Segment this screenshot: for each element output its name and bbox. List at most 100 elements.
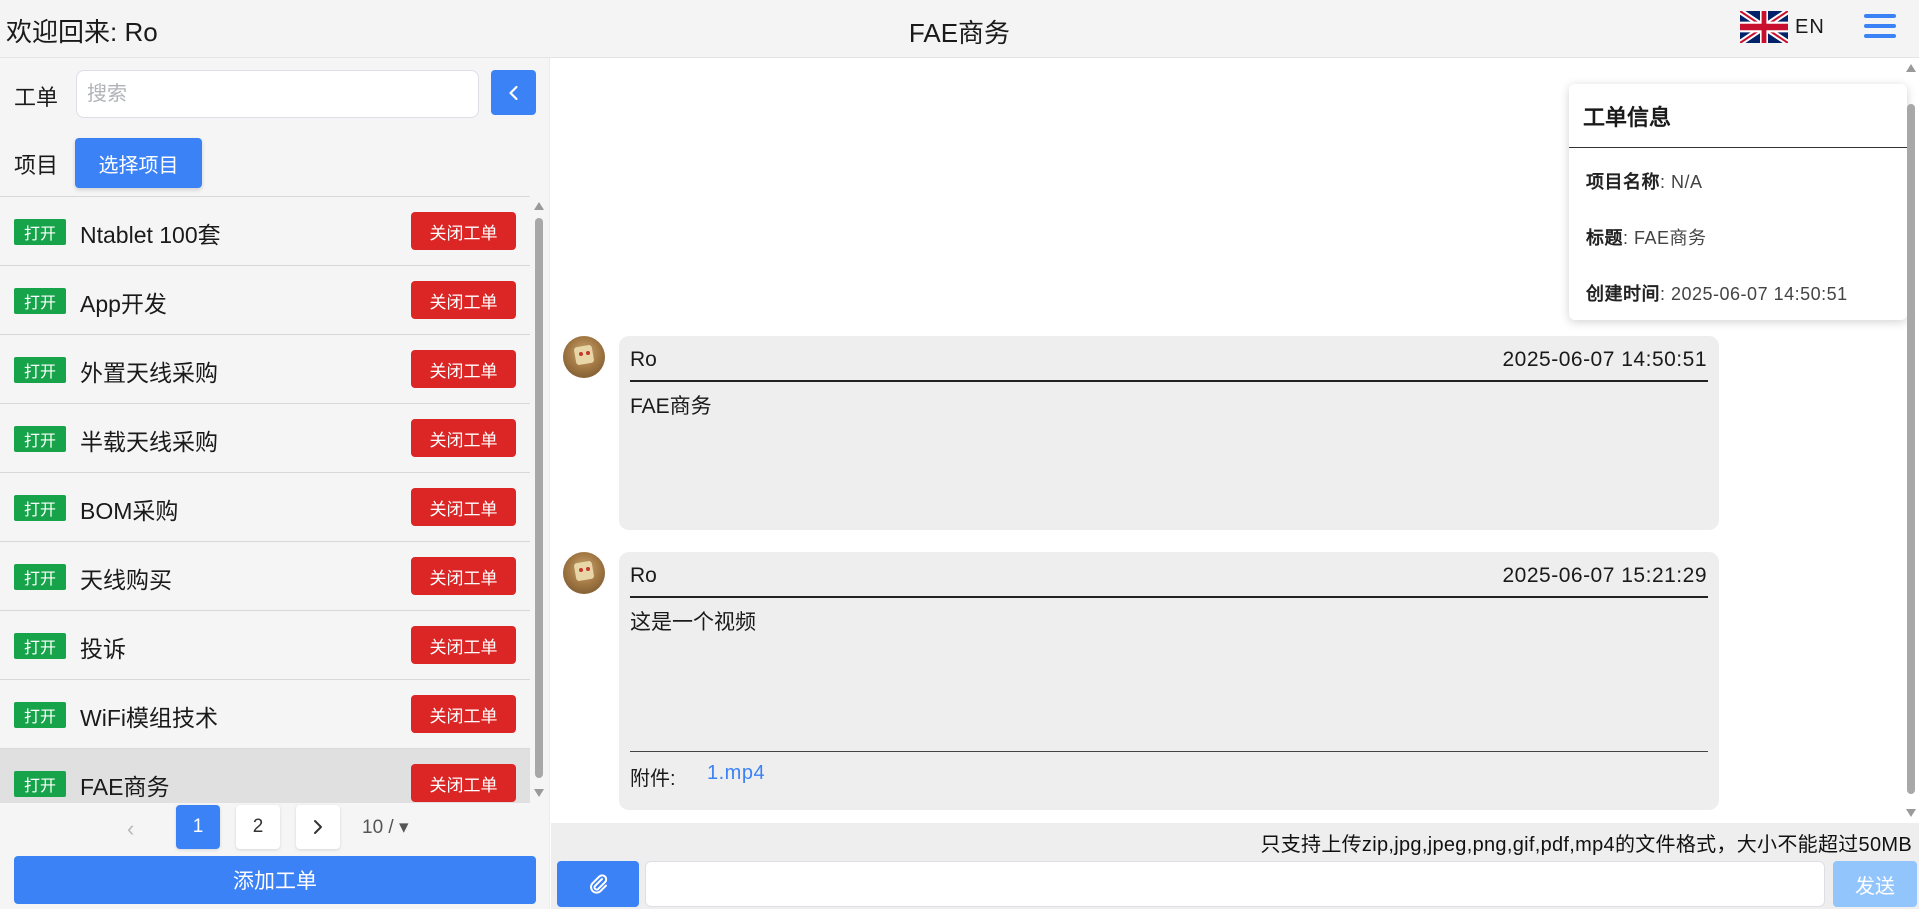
status-badge: 打开 (14, 564, 66, 590)
status-badge: 打开 (14, 219, 66, 245)
ticket-info-card: 工单信息 项目名称: N/A 标题: FAE商务 创建时间: 2025-06-0… (1569, 84, 1907, 320)
divider (630, 596, 1708, 598)
top-bar: 欢迎回来: Ro FAE商务 EN (0, 0, 1919, 58)
ticket-title: App开发 (80, 291, 167, 317)
message-body: FAE商务 (630, 395, 712, 418)
close-ticket-button[interactable]: 关闭工单 (411, 557, 516, 595)
close-ticket-button[interactable]: 关闭工单 (411, 488, 516, 526)
ticket-title: WiFi模组技术 (80, 705, 218, 731)
message-time: 2025-06-07 14:50:51 (1502, 348, 1707, 371)
ticket-item[interactable]: 打开 半载天线采购 关闭工单 (0, 404, 530, 473)
ticket-item-selected[interactable]: 打开 FAE商务 关闭工单 (0, 749, 530, 803)
ticket-title: 半载天线采购 (80, 429, 218, 455)
search-input[interactable] (76, 70, 479, 118)
page-size-select[interactable]: 10 / ▾ (362, 816, 409, 839)
message-author: Ro (630, 564, 657, 587)
message-bubble: Ro 2025-06-07 15:21:29 这是一个视频 附件: 1.mp4 (619, 552, 1719, 810)
ticket-sidebar: 工单 项目 选择项目 打开 Ntablet 100套 关闭工单 打开 App开发… (0, 58, 550, 909)
pagination: ‹ 1 2 10 / ▾ (0, 802, 550, 852)
attachment-link[interactable]: 1.mp4 (707, 762, 765, 785)
close-ticket-button[interactable]: 关闭工单 (411, 212, 516, 250)
info-value: : FAE商务 (1623, 228, 1707, 248)
status-badge: 打开 (14, 495, 66, 521)
page-title: FAE商务 (908, 18, 1011, 48)
message-input[interactable] (645, 861, 1825, 907)
message-author: Ro (630, 348, 657, 371)
avatar (563, 336, 605, 378)
close-ticket-button[interactable]: 关闭工单 (411, 281, 516, 319)
project-label: 项目 (14, 153, 59, 178)
scroll-up-arrow-icon[interactable] (534, 202, 544, 210)
send-button[interactable]: 发送 (1833, 861, 1917, 907)
divider (630, 380, 1708, 382)
avatar (563, 552, 605, 594)
divider (630, 751, 1708, 752)
ticket-label: 工单 (14, 85, 59, 110)
hamburger-menu-icon[interactable] (1864, 14, 1896, 42)
scroll-down-arrow-icon[interactable] (534, 789, 544, 797)
uk-flag-icon[interactable] (1740, 11, 1788, 43)
close-ticket-button[interactable]: 关闭工单 (411, 626, 516, 664)
ticket-title: 外置天线采购 (80, 360, 218, 386)
select-project-button[interactable]: 选择项目 (75, 138, 202, 188)
avatar-detail (586, 567, 590, 571)
info-subject: 标题: FAE商务 (1586, 224, 1707, 250)
ticket-item[interactable]: 打开 BOM采购 关闭工单 (0, 473, 530, 542)
scroll-down-arrow-icon[interactable] (1906, 809, 1916, 817)
ticket-list: 打开 Ntablet 100套 关闭工单 打开 App开发 关闭工单 打开 外置… (0, 196, 530, 803)
info-label: 创建时间 (1586, 284, 1660, 304)
chevron-right-icon (314, 820, 322, 834)
message-body: 这是一个视频 (630, 611, 756, 634)
attachment-label: 附件: (630, 768, 676, 790)
ticket-list-scrollbar[interactable] (532, 196, 546, 803)
info-project-name: 项目名称: N/A (1586, 168, 1703, 194)
avatar-face (573, 560, 595, 582)
message-composer: 只支持上传zip,jpg,jpeg,png,gif,pdf,mp4的文件格式，大… (551, 823, 1919, 909)
status-badge: 打开 (14, 426, 66, 452)
collapse-sidebar-button[interactable] (491, 70, 536, 115)
ticket-title: FAE商务 (80, 774, 170, 800)
avatar-detail (586, 351, 590, 355)
page-1-button[interactable]: 1 (176, 805, 220, 849)
info-card-title: 工单信息 (1583, 105, 1672, 130)
status-badge: 打开 (14, 357, 66, 383)
next-page-button[interactable] (296, 805, 340, 849)
close-ticket-button[interactable]: 关闭工单 (411, 350, 516, 388)
ticket-title: 投诉 (80, 636, 126, 662)
upload-hint: 只支持上传zip,jpg,jpeg,png,gif,pdf,mp4的文件格式，大… (1260, 834, 1912, 856)
close-ticket-button[interactable]: 关闭工单 (411, 764, 516, 802)
avatar-detail (579, 568, 583, 572)
info-created-time: 创建时间: 2025-06-07 14:50:51 (1586, 280, 1848, 306)
page-2-button[interactable]: 2 (236, 805, 280, 849)
message-time: 2025-06-07 15:21:29 (1502, 564, 1707, 587)
ticket-item[interactable]: 打开 WiFi模组技术 关闭工单 (0, 680, 530, 749)
ticket-title: Ntablet 100套 (80, 222, 221, 248)
ticket-item[interactable]: 打开 投诉 关闭工单 (0, 611, 530, 680)
ticket-item[interactable]: 打开 天线购买 关闭工单 (0, 542, 530, 611)
close-ticket-button[interactable]: 关闭工单 (411, 419, 516, 457)
info-value: : N/A (1660, 172, 1703, 192)
language-toggle[interactable]: EN (1795, 16, 1825, 39)
ticket-title: BOM采购 (80, 498, 179, 524)
message-bubble: Ro 2025-06-07 14:50:51 FAE商务 (619, 336, 1719, 530)
status-badge: 打开 (14, 702, 66, 728)
info-label: 项目名称 (1586, 172, 1660, 192)
status-badge: 打开 (14, 288, 66, 314)
prev-page-button[interactable]: ‹ (127, 816, 134, 842)
ticket-item[interactable]: 打开 外置天线采购 关闭工单 (0, 335, 530, 404)
chat-scrollbar[interactable] (1903, 58, 1919, 823)
info-label: 标题 (1586, 228, 1623, 248)
ticket-item[interactable]: 打开 App开发 关闭工单 (0, 266, 530, 335)
scroll-up-arrow-icon[interactable] (1906, 64, 1916, 72)
divider (1569, 147, 1907, 148)
add-ticket-button[interactable]: 添加工单 (14, 856, 536, 904)
scrollbar-thumb[interactable] (535, 218, 543, 778)
chevron-left-icon (508, 85, 518, 100)
scrollbar-thumb[interactable] (1907, 104, 1915, 794)
info-value: : 2025-06-07 14:50:51 (1660, 284, 1848, 304)
status-badge: 打开 (14, 771, 66, 797)
attach-file-button[interactable] (557, 861, 639, 907)
close-ticket-button[interactable]: 关闭工单 (411, 695, 516, 733)
status-badge: 打开 (14, 633, 66, 659)
ticket-item[interactable]: 打开 Ntablet 100套 关闭工单 (0, 197, 530, 266)
